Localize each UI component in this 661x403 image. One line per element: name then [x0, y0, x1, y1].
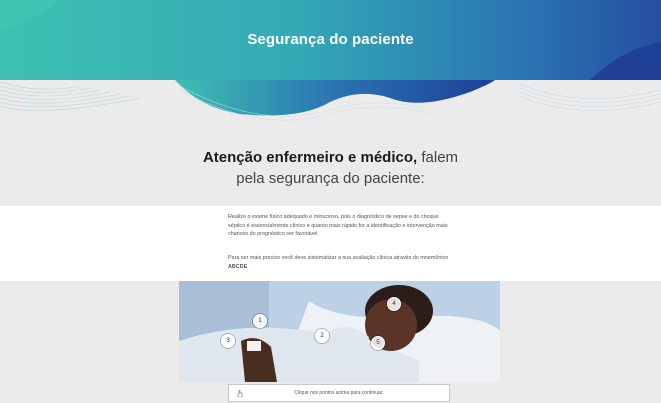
hotspot-2[interactable]: 2	[315, 329, 329, 343]
instruction-bar: Clique nos pontos acima para continuar.	[228, 384, 450, 402]
headline: Atenção enfermeiro e médico, falem pela …	[0, 147, 661, 189]
patient-photo: 3 1 2 4 5	[179, 281, 500, 382]
hotspot-3[interactable]: 3	[221, 334, 235, 348]
hotspot-5[interactable]: 5	[371, 336, 385, 350]
headline-bold: Atenção enfermeiro e médico,	[202, 149, 418, 166]
patient-illustration	[179, 281, 500, 382]
paragraph-1: Realize o exame físico adequado e minuci…	[228, 214, 448, 238]
headline-rest: falem	[417, 149, 459, 166]
paragraph-2-end: .	[247, 263, 249, 270]
page-title: Segurança do paciente	[247, 31, 414, 48]
hotspot-1[interactable]: 1	[253, 314, 267, 328]
paragraph-2: Para ser mais preciso você deve sistemat…	[228, 254, 452, 271]
paragraph-2-bold: ABCDE	[228, 263, 248, 270]
hotspot-4[interactable]: 4	[387, 297, 401, 311]
page-header: Segurança do paciente	[0, 0, 661, 80]
headline-line2: pela segurança do paciente:	[236, 170, 425, 187]
instruction-text: Clique nos pontos acima para continuar.	[294, 390, 384, 396]
paragraph-2-text: Para ser mais preciso você deve sistemat…	[228, 255, 449, 261]
